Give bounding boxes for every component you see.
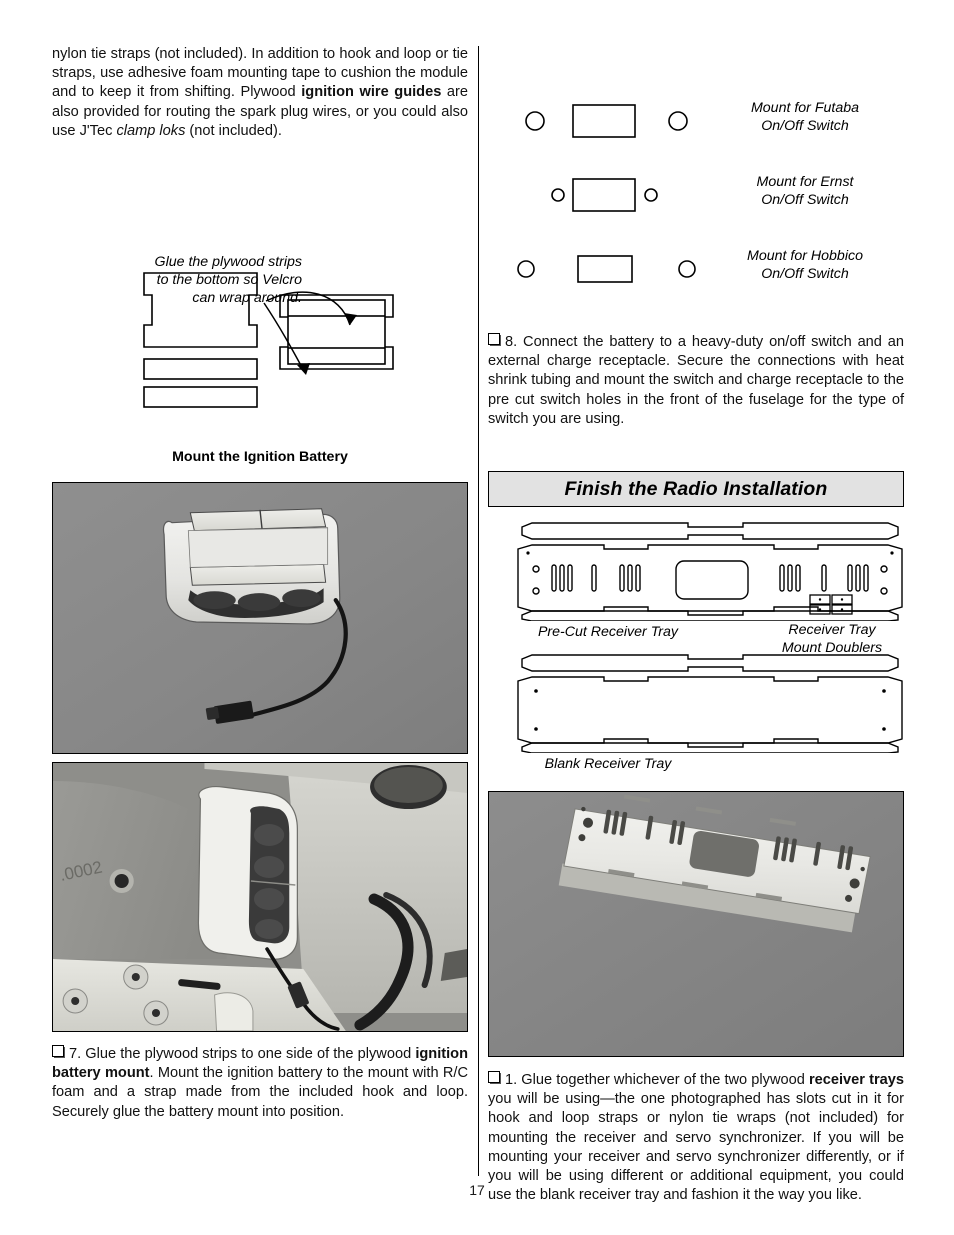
intro-bold-ignition-wire-guides: ignition wire guides (301, 84, 442, 101)
intro-paragraph: nylon tie straps (not included). In addi… (52, 45, 468, 141)
step-8-number: 8. (505, 334, 518, 350)
checkbox-icon (488, 1071, 500, 1084)
checkbox-icon (52, 1045, 64, 1058)
switch-mount-futaba-label-line1: Mount for Futaba (750, 100, 860, 116)
blank-receiver-tray-figure: Blank Receiver Tray (488, 653, 904, 773)
step-7-paragraph: 7. Glue the plywood strips to one side o… (52, 1045, 468, 1122)
photo-battery-installed: .0002 (52, 762, 468, 1033)
switch-mount-futaba-label-line2: On/Off Switch (761, 118, 849, 134)
checkbox-icon (488, 333, 500, 345)
right-column: Mount for Futaba On/Off Switch Mount for… (488, 45, 904, 1217)
receiver-tray-doublers-svg (809, 594, 853, 615)
ignition-battery-mount-figure: Glue the plywood strips to the bottom so… (52, 253, 468, 465)
receiver-tray-doublers-caption: Receiver Tray Mount Doublers (760, 621, 904, 657)
photo-receiver-tray-content (489, 792, 903, 1057)
photo-battery-installed-content: .0002 (53, 763, 467, 1032)
photo-ignition-battery (52, 482, 468, 755)
doublers-caption-line-2: Mount Doublers (781, 640, 883, 656)
switch-mount-hobbico-label-line1: Mount for Hobbico (747, 248, 863, 264)
precut-receiver-tray-caption: Pre-Cut Receiver Tray (537, 624, 679, 641)
manual-page: nylon tie straps (not included). In addi… (0, 0, 954, 1235)
glue-instruction-note: Glue the plywood strips to the bottom so… (52, 253, 302, 307)
step-7-number: 7. (69, 1046, 82, 1063)
step-1-bold-receiver-trays: receiver trays (808, 1072, 904, 1089)
glue-note-line-1: Glue the plywood strips (154, 254, 302, 271)
photo-receiver-tray (488, 791, 904, 1058)
intro-italic-clamp-loks: clamp loks (116, 122, 186, 139)
switch-mount-ernst: Mount for Ernst On/Off Switch (488, 169, 904, 221)
step-1-number: 1. (505, 1072, 518, 1089)
switch-mount-ernst-label: Mount for Ernst On/Off Switch (706, 173, 904, 209)
glue-note-line-2: to the bottom so Velcro (156, 272, 302, 289)
column-divider (478, 46, 479, 1176)
switch-mount-hobbico-label: Mount for Hobbico On/Off Switch (706, 247, 904, 283)
blank-receiver-tray-svg (517, 654, 903, 754)
switch-mount-ernst-label-line2: On/Off Switch (761, 192, 849, 208)
step-8-text: Connect the battery to a heavy-duty on/o… (488, 334, 904, 427)
step-7-part1: Glue the plywood strips to one side of t… (81, 1046, 416, 1063)
step-8-paragraph: 8. Connect the battery to a heavy-duty o… (488, 333, 904, 429)
doublers-caption-line-1: Receiver Tray (788, 622, 876, 638)
switch-mount-futaba-label: Mount for Futaba On/Off Switch (706, 99, 904, 135)
blank-receiver-tray-caption: Blank Receiver Tray (544, 756, 672, 773)
switch-mount-ernst-label-line1: Mount for Ernst (756, 174, 854, 190)
photo-ignition-battery-content (53, 483, 467, 754)
receiver-tray-doublers-figure: Receiver Tray Mount Doublers (760, 593, 904, 657)
switch-mount-hobbico-label-line2: On/Off Switch (761, 266, 849, 282)
page-number: 17 (469, 1182, 485, 1198)
left-column: nylon tie straps (not included). In addi… (52, 45, 468, 1134)
switch-mount-hobbico: Mount for Hobbico On/Off Switch (488, 243, 904, 295)
intro-text-part3: (not included). (185, 122, 282, 139)
glue-note-line-3: can wrap around. (192, 290, 302, 307)
section-header-band: Finish the Radio Installation (488, 471, 904, 508)
switch-mount-figures: Mount for Futaba On/Off Switch Mount for… (488, 95, 904, 295)
switch-mount-futaba: Mount for Futaba On/Off Switch (488, 95, 904, 147)
section-title: Finish the Radio Installation (564, 477, 828, 500)
step-1-part1: Glue together whichever of the two plywo… (517, 1072, 809, 1089)
